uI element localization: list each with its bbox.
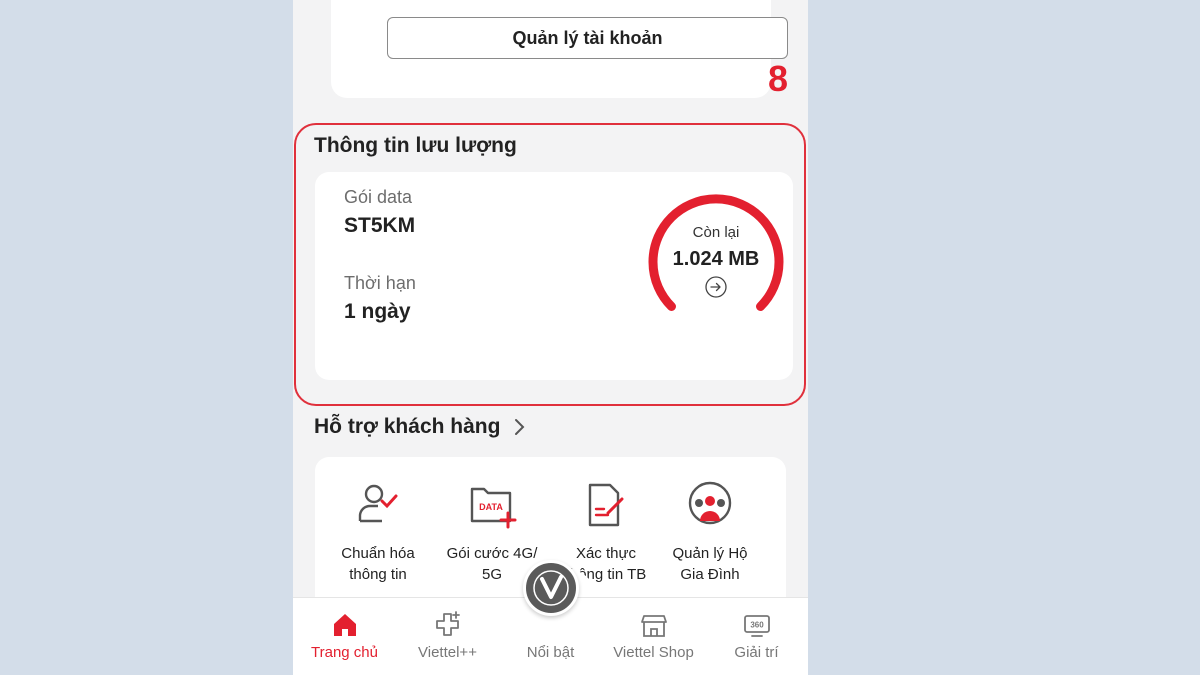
nav-label: Nổi bật bbox=[526, 644, 575, 661]
nav-label: Viettel++ bbox=[418, 644, 477, 661]
chevron-right-icon[interactable] bbox=[511, 415, 527, 439]
viettel-center-button[interactable] bbox=[523, 560, 579, 616]
home-icon bbox=[333, 614, 356, 636]
family-icon bbox=[688, 481, 732, 525]
nav-viettel-plus[interactable]: Viettel++ bbox=[396, 610, 499, 661]
shop-icon bbox=[640, 615, 667, 637]
manage-account-button[interactable]: Quản lý tài khoản bbox=[387, 17, 788, 59]
nav-home[interactable]: Trang chủ bbox=[293, 610, 396, 661]
viettel-logo-icon bbox=[533, 570, 569, 606]
svg-text:360: 360 bbox=[750, 621, 764, 630]
support-section-title[interactable]: Hỗ trợ khách hàng bbox=[314, 415, 500, 439]
support-item-household[interactable]: Quản lý Hộ Gia Đình bbox=[655, 479, 765, 585]
plus-cross-icon bbox=[435, 611, 460, 636]
nav-entertainment[interactable]: 360 Giải trí bbox=[705, 610, 808, 661]
svg-text:DATA: DATA bbox=[479, 502, 503, 512]
nav-viettel-shop[interactable]: Viettel Shop bbox=[602, 610, 705, 661]
nav-label: Giải trí bbox=[734, 644, 779, 661]
highlight-box bbox=[294, 123, 806, 406]
step-number: 8 bbox=[768, 58, 789, 99]
support-item-label: Quản lý Hộ Gia Đình bbox=[672, 545, 748, 583]
user-check-icon bbox=[358, 484, 398, 523]
support-item-standardize-info[interactable]: Chuẩn hóa thông tin bbox=[323, 479, 433, 585]
account-card: Quản lý tài khoản bbox=[331, 0, 788, 98]
tv-360-icon: 360 bbox=[743, 615, 770, 637]
support-item-label: Chuẩn hóa thông tin bbox=[341, 545, 415, 583]
data-folder-icon: DATA bbox=[470, 487, 517, 529]
nav-label: Viettel Shop bbox=[613, 644, 694, 661]
nav-label: Trang chủ bbox=[311, 644, 378, 661]
document-edit-icon bbox=[588, 483, 624, 527]
